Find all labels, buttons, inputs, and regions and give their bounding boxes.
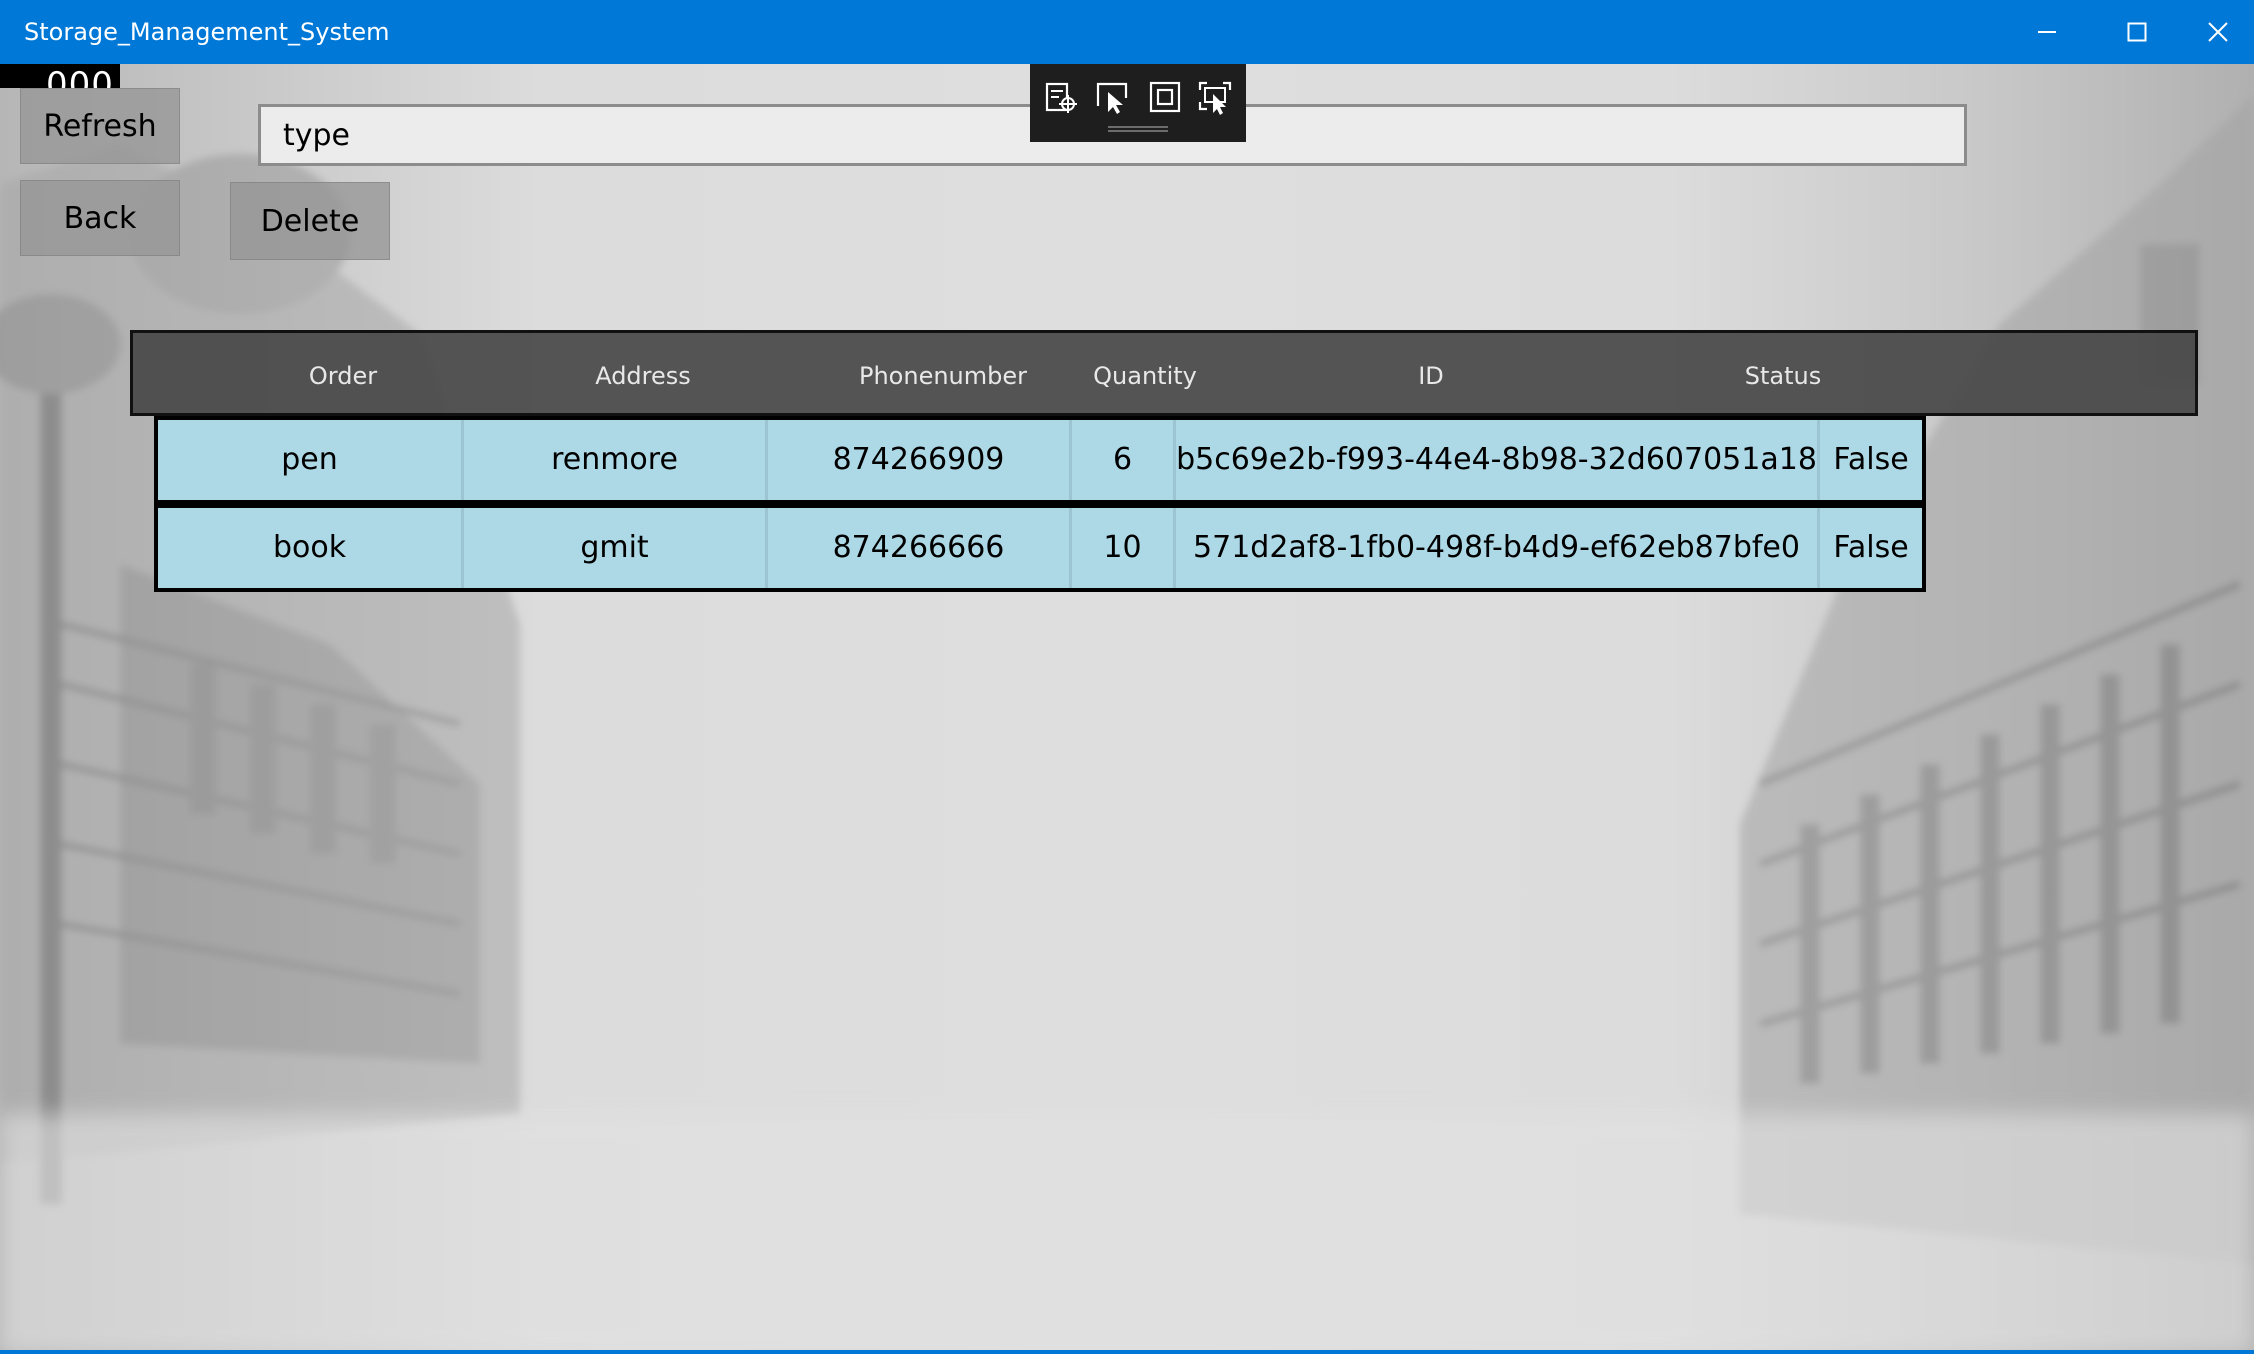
- minimize-icon: [2038, 31, 2056, 33]
- column-header-address[interactable]: Address: [553, 333, 733, 419]
- cell-status: False: [1833, 442, 1909, 477]
- grid-header: Order Address Phonenumber Quantity ID St…: [130, 330, 2198, 416]
- window-bottom-border: [0, 1350, 2254, 1354]
- display-layout-adorners-icon[interactable]: [1146, 78, 1184, 116]
- cell-phonenumber: 874266666: [768, 508, 1072, 588]
- maximize-icon: [2127, 22, 2147, 42]
- cell-order: pen: [158, 420, 464, 500]
- toolbar-drag-handle[interactable]: [1108, 126, 1168, 132]
- close-icon: [2208, 22, 2228, 42]
- column-header-quantity[interactable]: Quantity: [1055, 333, 1235, 419]
- window-title: Storage_Management_System: [24, 18, 390, 46]
- maximize-button[interactable]: [2092, 0, 2182, 64]
- live-visual-tree-icon[interactable]: [1042, 78, 1080, 116]
- refresh-button[interactable]: Refresh: [20, 88, 180, 164]
- back-button[interactable]: Back: [20, 180, 180, 256]
- title-bar: Storage_Management_System: [0, 0, 2254, 64]
- minimize-button[interactable]: [2002, 0, 2092, 64]
- app-content: 000 Refresh Back Delete Order A: [0, 64, 2254, 1350]
- column-header-status[interactable]: Status: [1703, 333, 1863, 419]
- frame-rate-counter: 000: [0, 64, 120, 88]
- cell-order: book: [158, 508, 464, 588]
- debug-toolbar: [1030, 64, 1246, 142]
- cell-status: False: [1833, 530, 1909, 565]
- cell-id: 571d2af8-1fb0-498f-b4d9-ef62eb87bfe0: [1176, 508, 1820, 588]
- track-focus-icon[interactable]: [1196, 78, 1234, 116]
- close-button[interactable]: [2182, 0, 2254, 64]
- cell-quantity: 6: [1072, 420, 1176, 500]
- delete-button[interactable]: Delete: [230, 182, 390, 260]
- select-element-icon[interactable]: [1094, 78, 1132, 116]
- cell-id: b5c69e2b-f993-44e4-8b98-32d607051a18: [1176, 420, 1820, 500]
- table-row[interactable]: pen renmore 874266909 6 b5c69e2b-f993-44…: [154, 416, 1926, 504]
- cell-address: renmore: [464, 420, 768, 500]
- column-header-phonenumber[interactable]: Phonenumber: [823, 333, 1063, 419]
- column-header-id[interactable]: ID: [1371, 333, 1491, 419]
- cell-address: gmit: [464, 508, 768, 588]
- cell-quantity: 10: [1072, 508, 1176, 588]
- table-row[interactable]: book gmit 874266666 10 571d2af8-1fb0-498…: [154, 504, 1926, 592]
- frame-rate-value: 000: [46, 65, 114, 88]
- cell-phonenumber: 874266909: [768, 420, 1072, 500]
- column-header-order[interactable]: Order: [283, 333, 403, 419]
